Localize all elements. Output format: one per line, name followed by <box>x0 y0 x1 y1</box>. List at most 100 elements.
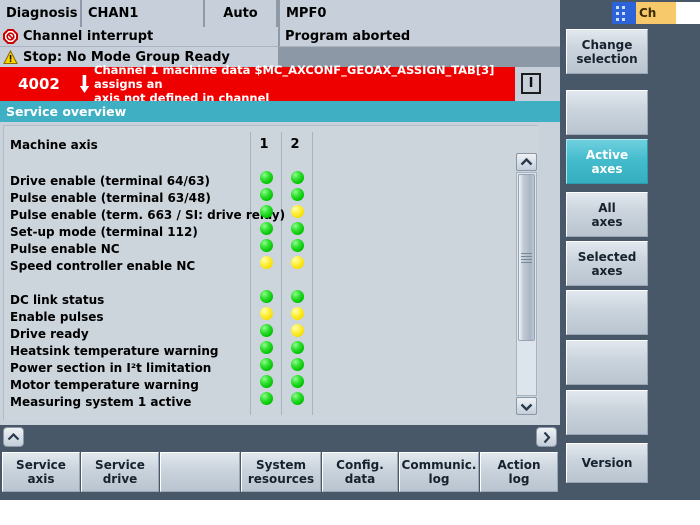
softkey-line1: System <box>256 458 306 472</box>
status-led <box>260 239 273 252</box>
softkey-line1: Change <box>581 37 633 52</box>
status-led <box>291 358 304 371</box>
status-led <box>260 392 273 405</box>
main-area: Diagnosis CHAN1 Auto MPF0 Channel interr… <box>0 0 560 500</box>
softkey-line1: Active <box>585 147 629 162</box>
row-label: Enable pulses <box>10 310 104 324</box>
softkey-line1: Action <box>497 458 541 472</box>
softkey-service-drive[interactable]: Service drive <box>81 452 159 492</box>
scrollbar-thumb[interactable] <box>518 174 535 341</box>
status-led <box>260 188 273 201</box>
header-tab-program[interactable]: MPF0 <box>278 0 560 27</box>
scroll-down-button[interactable] <box>516 397 537 415</box>
header-tab-channel[interactable]: CHAN1 <box>82 0 205 27</box>
row-label: Motor temperature warning <box>10 378 199 392</box>
channel-status-row: Channel interrupt <box>0 27 278 47</box>
softkey-all-axes[interactable]: All axes <box>566 192 648 237</box>
softkey-line1: Config. <box>336 458 384 472</box>
status-led <box>260 341 273 354</box>
status-led <box>260 171 273 184</box>
softkey-action-log[interactable]: Action log <box>480 452 558 492</box>
status-led <box>291 307 304 320</box>
softkey-communic-log[interactable]: Communic. log <box>399 452 479 492</box>
chevron-down-icon <box>520 403 533 411</box>
softkey-selected-axes[interactable]: Selected axes <box>566 241 648 286</box>
softkey-version[interactable]: Version <box>566 443 648 483</box>
menu-back-button[interactable] <box>3 427 24 447</box>
row-label: Pulse enable (term. 663 / SI: drive rela… <box>10 208 286 222</box>
status-led <box>260 324 273 337</box>
row-label: Pulse enable (terminal 63/48) <box>10 191 211 205</box>
header-tab-diagnosis-label: Diagnosis <box>6 6 78 21</box>
row-label: Pulse enable NC <box>10 242 120 256</box>
status-led <box>291 341 304 354</box>
page-title-label: Service overview <box>6 104 127 119</box>
channel-status-label: Channel interrupt <box>23 29 154 44</box>
softkey-empty-3[interactable] <box>160 452 240 492</box>
page-title: Service overview <box>0 101 560 122</box>
row-label: Drive enable (terminal 64/63) <box>10 174 211 188</box>
status-led <box>260 358 273 371</box>
taskbar-tile[interactable]: Ch <box>612 2 700 24</box>
softkey-system-resources[interactable]: System resources <box>241 452 321 492</box>
status-led <box>291 239 304 252</box>
header-tab-mode[interactable]: Auto <box>205 0 278 27</box>
softkey-line1: Selected <box>577 249 637 264</box>
vertical-softkey-bar: Change selection Active axes All axes Se… <box>560 0 700 500</box>
stop-octagon-icon <box>3 29 18 44</box>
status-led <box>291 222 304 235</box>
row-label: Set-up mode (terminal 112) <box>10 225 198 239</box>
softkey-line2: log <box>508 472 530 486</box>
alarm-number: 4002 <box>0 67 78 101</box>
softkey-line1: Communic. <box>401 458 477 472</box>
service-overview-panel: Machine axis 1 2 Drive enable (terminal … <box>3 125 538 420</box>
warning-triangle-icon <box>3 49 18 65</box>
softkey-config-data[interactable]: Config. data <box>322 452 398 492</box>
softkey-line2: resources <box>247 472 315 486</box>
softkey-vertical-empty-8[interactable] <box>566 390 648 435</box>
softkey-line2: drive <box>102 472 138 486</box>
scroll-up-button[interactable] <box>516 153 537 171</box>
header-bar: Diagnosis CHAN1 Auto MPF0 <box>0 0 560 27</box>
row-label: Measuring system 1 active <box>10 395 192 409</box>
screen-bottom-filler <box>0 500 700 525</box>
softkey-line1: Service <box>95 458 145 472</box>
softkey-service-axis[interactable]: Service axis <box>2 452 80 492</box>
header-tab-diagnosis[interactable]: Diagnosis <box>0 0 82 27</box>
softkey-line2: data <box>344 472 376 486</box>
status-led <box>291 392 304 405</box>
status-led <box>291 171 304 184</box>
softkey-line2: axis <box>27 472 55 486</box>
status-led <box>260 256 273 269</box>
softkey-vertical-empty-6[interactable] <box>566 290 648 335</box>
status-led <box>291 188 304 201</box>
header-tab-channel-label: CHAN1 <box>88 6 139 21</box>
chevron-right-icon <box>543 431 551 443</box>
vertical-scrollbar[interactable] <box>516 153 537 415</box>
softkey-vertical-empty-2[interactable] <box>566 90 648 135</box>
horizontal-softkey-bar: Service axis Service drive System resour… <box>0 425 560 500</box>
alarm-text: Channel 1 machine data $MC_AXCONF_GEOAX_… <box>90 63 515 105</box>
alarm-acknowledge-button[interactable]: I <box>521 73 541 94</box>
softkey-line1: Service <box>16 458 66 472</box>
column-divider-left <box>250 132 251 415</box>
program-status-label: Program aborted <box>285 29 411 44</box>
column-divider-mid <box>281 132 282 415</box>
row-label: Drive ready <box>10 327 89 341</box>
softkey-vertical-empty-7[interactable] <box>566 340 648 385</box>
chevron-up-icon <box>520 157 533 165</box>
softkey-line2: selection <box>576 51 638 66</box>
alarm-actions: I <box>515 67 560 101</box>
status-led <box>260 222 273 235</box>
status-led <box>260 375 273 388</box>
chevron-up-icon <box>7 432 20 440</box>
status-led <box>260 205 273 218</box>
menu-forward-button[interactable] <box>536 427 557 447</box>
status-led <box>291 375 304 388</box>
softkey-active-axes[interactable]: Active axes <box>566 139 648 184</box>
program-status-row: Program aborted <box>278 27 560 47</box>
status-led <box>260 307 273 320</box>
status-led <box>291 324 304 337</box>
scrollbar-track[interactable] <box>516 172 537 396</box>
softkey-change-selection[interactable]: Change selection <box>566 29 648 74</box>
